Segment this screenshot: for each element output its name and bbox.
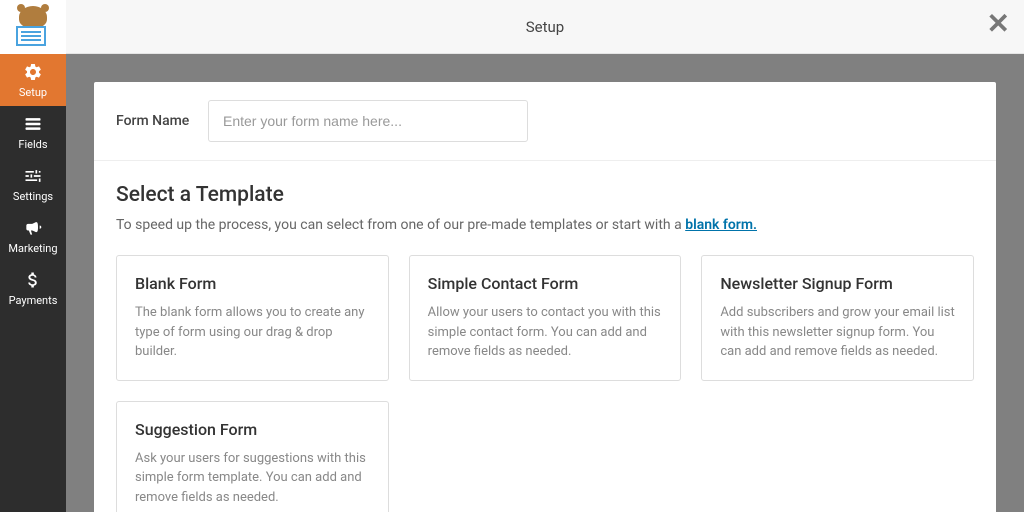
sidebar-item-label: Payments: [9, 294, 58, 307]
sidebar-item-label: Settings: [13, 190, 53, 203]
logo: [0, 0, 66, 54]
form-name-label: Form Name: [116, 113, 208, 129]
header: Setup ✕: [66, 0, 1024, 54]
main-area: Setup ✕ Form Name Select a Template To s…: [66, 0, 1024, 512]
megaphone-icon: [23, 218, 43, 238]
templates-grid: Blank Form The blank form allows you to …: [116, 255, 974, 512]
sidebar: Setup Fields Settings Marketing Payments: [0, 0, 66, 512]
sidebar-item-label: Marketing: [8, 242, 57, 255]
sidebar-item-payments[interactable]: Payments: [0, 262, 66, 314]
sidebar-item-setup[interactable]: Setup: [0, 54, 66, 106]
template-description: To speed up the process, you can select …: [116, 217, 974, 233]
content: Form Name Select a Template To speed up …: [94, 82, 996, 512]
template-card-blank[interactable]: Blank Form The blank form allows you to …: [116, 255, 389, 381]
template-card-simple-contact[interactable]: Simple Contact Form Allow your users to …: [409, 255, 682, 381]
close-button[interactable]: ✕: [987, 10, 1010, 38]
sidebar-item-marketing[interactable]: Marketing: [0, 210, 66, 262]
template-card-desc: Allow your users to contact you with thi…: [428, 303, 663, 362]
sidebar-item-fields[interactable]: Fields: [0, 106, 66, 158]
template-card-title: Simple Contact Form: [428, 274, 663, 293]
sidebar-item-label: Setup: [19, 86, 47, 99]
fields-icon: [23, 114, 43, 134]
dollar-icon: [23, 270, 43, 290]
template-card-suggestion[interactable]: Suggestion Form Ask your users for sugge…: [116, 401, 389, 512]
content-wrap: Form Name Select a Template To speed up …: [66, 54, 1024, 512]
form-name-input[interactable]: [208, 100, 528, 142]
page-title: Setup: [526, 18, 564, 36]
sliders-icon: [23, 166, 43, 186]
template-card-newsletter[interactable]: Newsletter Signup Form Add subscribers a…: [701, 255, 974, 381]
blank-form-link[interactable]: blank form.: [685, 217, 757, 233]
sidebar-item-settings[interactable]: Settings: [0, 158, 66, 210]
template-card-title: Blank Form: [135, 274, 370, 293]
form-name-row: Form Name: [94, 82, 996, 161]
template-card-desc: Add subscribers and grow your email list…: [720, 303, 955, 362]
gear-icon: [23, 62, 43, 82]
template-card-title: Newsletter Signup Form: [720, 274, 955, 293]
template-heading: Select a Template: [116, 183, 974, 207]
wpforms-logo-icon: [12, 6, 54, 48]
template-section: Select a Template To speed up the proces…: [94, 161, 996, 512]
template-card-title: Suggestion Form: [135, 420, 370, 439]
template-card-desc: Ask your users for suggestions with this…: [135, 449, 370, 508]
close-icon: ✕: [987, 8, 1010, 39]
template-card-desc: The blank form allows you to create any …: [135, 303, 370, 362]
sidebar-item-label: Fields: [18, 138, 47, 151]
